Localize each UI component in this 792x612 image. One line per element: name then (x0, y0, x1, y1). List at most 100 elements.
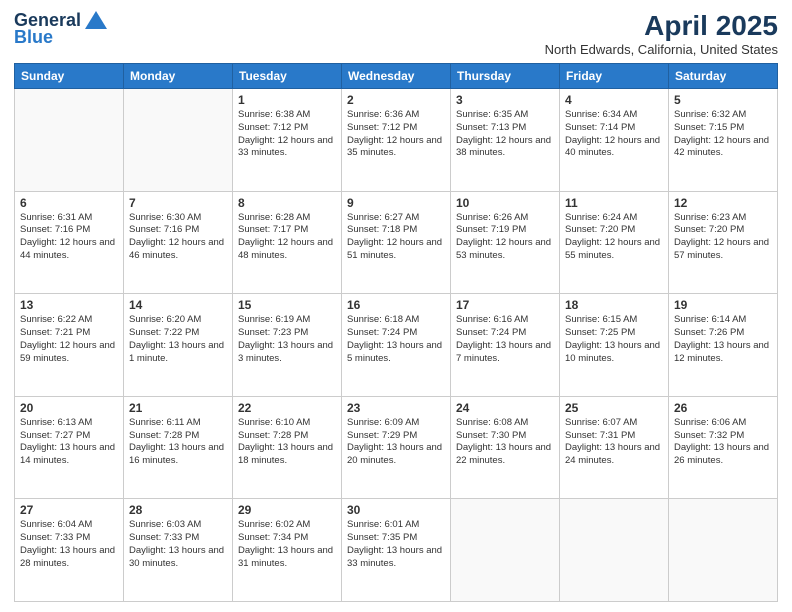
day-info: Sunrise: 6:23 AM Sunset: 7:20 PM Dayligh… (674, 212, 772, 263)
day-info: Sunrise: 6:31 AM Sunset: 7:16 PM Dayligh… (20, 212, 118, 263)
day-number: 22 (238, 401, 336, 415)
day-info: Sunrise: 6:02 AM Sunset: 7:34 PM Dayligh… (238, 519, 336, 570)
day-number: 26 (674, 401, 772, 415)
table-row: 15Sunrise: 6:19 AM Sunset: 7:23 PM Dayli… (233, 294, 342, 397)
table-row (669, 499, 778, 602)
table-row (124, 89, 233, 192)
table-row: 10 Sunrise: 6:26 AM Sunset: 7:19 PM Dayli… (451, 191, 560, 294)
table-row: 11 Sunrise: 6:24 AM Sunset: 7:20 PM Dayli… (560, 191, 669, 294)
day-number: 29 (238, 503, 336, 517)
table-row: 26 Sunrise: 6:06 AM Sunset: 7:32 PM Dayli… (669, 396, 778, 499)
calendar-week-row: 13 Sunrise: 6:22 AM Sunset: 7:21 PM Dayli… (15, 294, 778, 397)
title-area: April 2025 North Edwards, California, Un… (545, 10, 778, 57)
table-row: 21 Sunrise: 6:11 AM Sunset: 7:28 PM Dayli… (124, 396, 233, 499)
calendar-week-row: 20 Sunrise: 6:13 AM Sunset: 7:27 PM Dayli… (15, 396, 778, 499)
day-info: Sunrise: 6:36 AM Sunset: 7:12 PM Dayligh… (347, 109, 445, 160)
table-row: 9 Sunrise: 6:27 AM Sunset: 7:18 PM Daylig… (342, 191, 451, 294)
day-info: Sunrise: 6:11 AM Sunset: 7:28 PM Dayligh… (129, 417, 227, 468)
table-row: 29 Sunrise: 6:02 AM Sunset: 7:34 PM Dayli… (233, 499, 342, 602)
day-info: Sunrise: 6:01 AM Sunset: 7:35 PM Dayligh… (347, 519, 445, 570)
table-row: 12 Sunrise: 6:23 AM Sunset: 7:20 PM Dayli… (669, 191, 778, 294)
day-number: 21 (129, 401, 227, 415)
header: General Blue April 2025 North Edwards, C… (14, 10, 778, 57)
day-info: Sunrise: 6:24 AM Sunset: 7:20 PM Dayligh… (565, 212, 663, 263)
table-row: 20 Sunrise: 6:13 AM Sunset: 7:27 PM Dayli… (15, 396, 124, 499)
logo-blue: Blue (14, 27, 53, 48)
day-number: 27 (20, 503, 118, 517)
table-row: 4 Sunrise: 6:34 AM Sunset: 7:14 PM Daylig… (560, 89, 669, 192)
day-number: 13 (20, 298, 118, 312)
day-number: 28 (129, 503, 227, 517)
day-number: 23 (347, 401, 445, 415)
day-info: Sunrise: 6:07 AM Sunset: 7:31 PM Dayligh… (565, 417, 663, 468)
day-number: 3 (456, 93, 554, 107)
table-row: 8Sunrise: 6:28 AM Sunset: 7:17 PM Daylig… (233, 191, 342, 294)
logo: General Blue (14, 10, 107, 48)
table-row: 3 Sunrise: 6:35 AM Sunset: 7:13 PM Daylig… (451, 89, 560, 192)
day-number: 6 (20, 196, 118, 210)
day-info: Sunrise: 6:34 AM Sunset: 7:14 PM Dayligh… (565, 109, 663, 160)
header-wednesday: Wednesday (342, 64, 451, 89)
day-info: Sunrise: 6:09 AM Sunset: 7:29 PM Dayligh… (347, 417, 445, 468)
day-info: Sunrise: 6:22 AM Sunset: 7:21 PM Dayligh… (20, 314, 118, 365)
table-row: 14 Sunrise: 6:20 AM Sunset: 7:22 PM Dayli… (124, 294, 233, 397)
header-monday: Monday (124, 64, 233, 89)
header-sunday: Sunday (15, 64, 124, 89)
table-row: 18 Sunrise: 6:15 AM Sunset: 7:25 PM Dayli… (560, 294, 669, 397)
day-number: 16 (347, 298, 445, 312)
day-number: 7 (129, 196, 227, 210)
table-row: 16 Sunrise: 6:18 AM Sunset: 7:24 PM Dayli… (342, 294, 451, 397)
day-info: Sunrise: 6:26 AM Sunset: 7:19 PM Dayligh… (456, 212, 554, 263)
day-number: 11 (565, 196, 663, 210)
day-number: 15 (238, 298, 336, 312)
day-info: Sunrise: 6:08 AM Sunset: 7:30 PM Dayligh… (456, 417, 554, 468)
day-info: Sunrise: 6:27 AM Sunset: 7:18 PM Dayligh… (347, 212, 445, 263)
day-number: 9 (347, 196, 445, 210)
calendar-week-row: 27 Sunrise: 6:04 AM Sunset: 7:33 PM Dayli… (15, 499, 778, 602)
day-number: 14 (129, 298, 227, 312)
table-row: 7 Sunrise: 6:30 AM Sunset: 7:16 PM Daylig… (124, 191, 233, 294)
day-info: Sunrise: 6:04 AM Sunset: 7:33 PM Dayligh… (20, 519, 118, 570)
calendar-week-row: 1Sunrise: 6:38 AM Sunset: 7:12 PM Daylig… (15, 89, 778, 192)
calendar-week-row: 6 Sunrise: 6:31 AM Sunset: 7:16 PM Daylig… (15, 191, 778, 294)
day-info: Sunrise: 6:15 AM Sunset: 7:25 PM Dayligh… (565, 314, 663, 365)
day-number: 2 (347, 93, 445, 107)
day-info: Sunrise: 6:06 AM Sunset: 7:32 PM Dayligh… (674, 417, 772, 468)
day-info: Sunrise: 6:18 AM Sunset: 7:24 PM Dayligh… (347, 314, 445, 365)
table-row: 22 Sunrise: 6:10 AM Sunset: 7:28 PM Dayli… (233, 396, 342, 499)
day-number: 12 (674, 196, 772, 210)
header-tuesday: Tuesday (233, 64, 342, 89)
table-row (451, 499, 560, 602)
table-row: 13 Sunrise: 6:22 AM Sunset: 7:21 PM Dayli… (15, 294, 124, 397)
table-row: 6 Sunrise: 6:31 AM Sunset: 7:16 PM Daylig… (15, 191, 124, 294)
table-row: 28Sunrise: 6:03 AM Sunset: 7:33 PM Dayli… (124, 499, 233, 602)
day-number: 20 (20, 401, 118, 415)
day-info: Sunrise: 6:35 AM Sunset: 7:13 PM Dayligh… (456, 109, 554, 160)
day-info: Sunrise: 6:13 AM Sunset: 7:27 PM Dayligh… (20, 417, 118, 468)
table-row (560, 499, 669, 602)
table-row: 24Sunrise: 6:08 AM Sunset: 7:30 PM Dayli… (451, 396, 560, 499)
day-number: 4 (565, 93, 663, 107)
header-saturday: Saturday (669, 64, 778, 89)
day-number: 25 (565, 401, 663, 415)
day-number: 17 (456, 298, 554, 312)
calendar-title: April 2025 (545, 10, 778, 42)
table-row: 1Sunrise: 6:38 AM Sunset: 7:12 PM Daylig… (233, 89, 342, 192)
day-info: Sunrise: 6:20 AM Sunset: 7:22 PM Dayligh… (129, 314, 227, 365)
day-number: 18 (565, 298, 663, 312)
header-thursday: Thursday (451, 64, 560, 89)
header-friday: Friday (560, 64, 669, 89)
logo-icon (85, 11, 107, 29)
day-info: Sunrise: 6:10 AM Sunset: 7:28 PM Dayligh… (238, 417, 336, 468)
table-row: 2 Sunrise: 6:36 AM Sunset: 7:12 PM Daylig… (342, 89, 451, 192)
table-row (15, 89, 124, 192)
day-number: 10 (456, 196, 554, 210)
table-row: 23 Sunrise: 6:09 AM Sunset: 7:29 PM Dayli… (342, 396, 451, 499)
day-number: 8 (238, 196, 336, 210)
day-info: Sunrise: 6:14 AM Sunset: 7:26 PM Dayligh… (674, 314, 772, 365)
day-info: Sunrise: 6:30 AM Sunset: 7:16 PM Dayligh… (129, 212, 227, 263)
table-row: 17 Sunrise: 6:16 AM Sunset: 7:24 PM Dayli… (451, 294, 560, 397)
table-row: 27 Sunrise: 6:04 AM Sunset: 7:33 PM Dayli… (15, 499, 124, 602)
day-info: Sunrise: 6:16 AM Sunset: 7:24 PM Dayligh… (456, 314, 554, 365)
day-number: 1 (238, 93, 336, 107)
